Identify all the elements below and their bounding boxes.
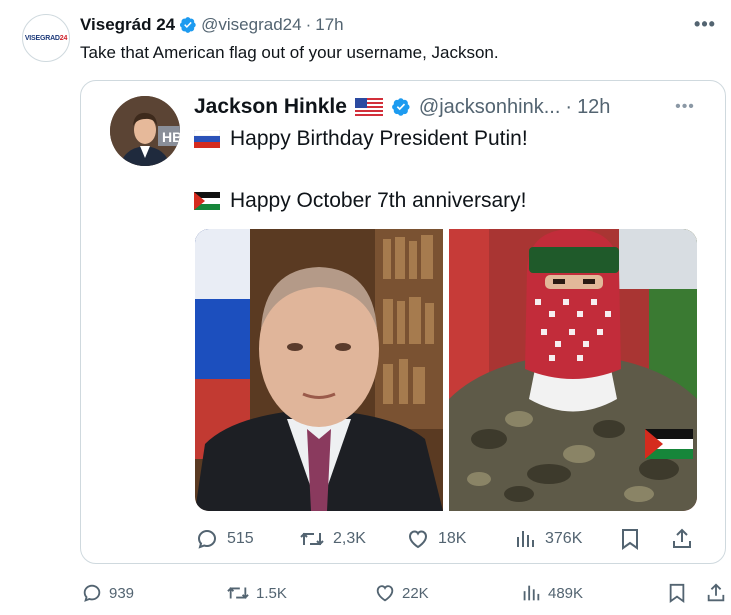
svg-text:HB: HB: [162, 129, 180, 145]
russia-flag-icon: [194, 130, 220, 148]
patch-flag: [645, 429, 693, 459]
quoted-author-name[interactable]: Jackson Hinkle: [194, 95, 347, 119]
like-button[interactable]: 22K: [374, 582, 429, 604]
like-icon: [376, 585, 394, 602]
more-icon[interactable]: •••: [672, 97, 698, 117]
left-photo[interactable]: [195, 229, 443, 511]
header-separator: ·: [305, 15, 312, 34]
right-photo[interactable]: [449, 229, 697, 511]
reply-icon: [83, 584, 101, 602]
quoted-reply-button[interactable]: 515: [195, 527, 254, 551]
verified-icon: [391, 98, 410, 116]
us-flag-icon: [354, 98, 383, 116]
quoted-tweet-time[interactable]: 12h: [577, 96, 610, 119]
author-avatar[interactable]: VISEGRAD24: [22, 14, 70, 62]
verified-icon: [180, 17, 196, 33]
quoted-share-button[interactable]: [670, 527, 694, 551]
views-icon: [517, 531, 534, 547]
bookmark-button[interactable]: [667, 582, 687, 604]
views-count: 489K: [548, 584, 584, 602]
quoted-line-1-text: Happy Birthday President Putin!: [230, 127, 528, 150]
quoted-views-count: 376K: [545, 530, 583, 547]
retweet-icon: [300, 532, 324, 546]
like-count: 22K: [402, 584, 429, 602]
palestine-flag-icon: [194, 192, 220, 210]
reply-count: 939: [109, 584, 135, 602]
views-icon: [523, 585, 540, 601]
tweet-header: Visegrád 24 @visegrad24 · 17h: [80, 14, 344, 36]
quoted-line-2: Happy October 7th anniversary!: [194, 186, 526, 216]
quoted-like-button[interactable]: 18K: [406, 527, 466, 551]
retweet-count: 1.5K: [256, 584, 287, 602]
retweet-button[interactable]: 1.5K: [226, 582, 287, 604]
quoted-reply-count: 515: [227, 530, 254, 547]
retweet-icon: [227, 587, 249, 599]
author-name[interactable]: Visegrád 24: [80, 15, 175, 35]
bookmark-icon: [669, 583, 685, 603]
avatar-logo-text: VISEGRAD24: [24, 34, 68, 42]
like-icon: [408, 530, 428, 549]
quoted-views-button[interactable]: 376K: [513, 527, 582, 551]
quoted-media[interactable]: [195, 229, 697, 511]
quoted-retweet-count: 2,3K: [333, 530, 366, 547]
quoted-retweet-button[interactable]: 2,3K: [299, 527, 366, 551]
quoted-like-count: 18K: [438, 530, 467, 547]
share-icon: [707, 583, 725, 602]
quoted-line-1: Happy Birthday President Putin!: [194, 124, 528, 154]
quoted-line-2-text: Happy October 7th anniversary!: [230, 189, 527, 212]
quoted-author-handle[interactable]: @jacksonhink...: [419, 96, 560, 119]
reply-button[interactable]: 939: [81, 582, 134, 604]
bookmark-icon: [622, 529, 638, 550]
quoted-tweet-header: Jackson Hinkle @jacksonhink... · 12h: [194, 93, 610, 121]
reply-icon: [197, 529, 217, 549]
quoted-bookmark-button[interactable]: [619, 527, 641, 551]
share-icon: [673, 528, 691, 548]
quoted-author-avatar[interactable]: HB: [110, 96, 180, 166]
tweet-text: Take that American flag out of your user…: [80, 43, 499, 62]
tweet-time[interactable]: 17h: [315, 15, 343, 35]
quoted-header-separator: ·: [565, 95, 573, 118]
views-button[interactable]: 489K: [520, 582, 583, 604]
more-icon[interactable]: •••: [693, 14, 717, 34]
share-button[interactable]: [705, 582, 727, 604]
author-handle[interactable]: @visegrad24: [201, 15, 301, 35]
